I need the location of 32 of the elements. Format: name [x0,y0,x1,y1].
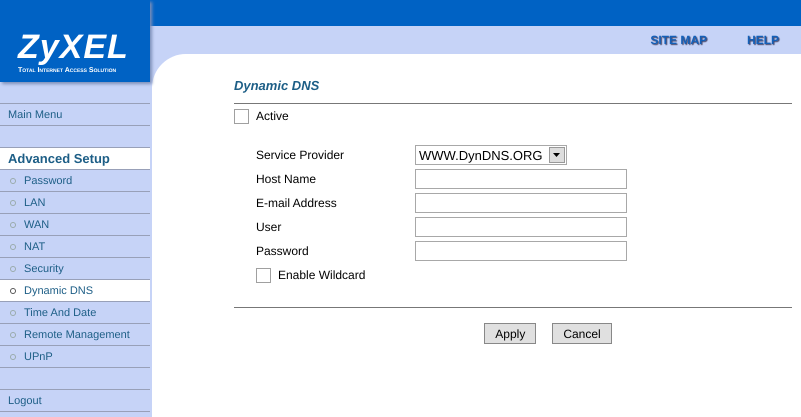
provider-dropdown[interactable]: WWW.DynDNS.ORG [415,145,567,165]
input-field[interactable] [415,217,627,237]
bullet-icon [10,178,16,184]
input-field[interactable] [415,241,627,261]
sidebar-item[interactable]: Dynamic DNS [0,280,150,302]
bullet-icon [10,222,16,228]
caret-icon [548,147,564,163]
field-label: Host Name [256,172,318,186]
field-label: Service Provider [256,148,346,162]
bullet-icon [10,244,16,250]
bullet-icon [10,266,16,272]
bullet-icon [10,288,16,294]
checkbox[interactable] [256,268,271,282]
field-label: E-mail Address [256,196,338,210]
header-link[interactable]: HELP [746,33,779,47]
form-button[interactable]: Apply [484,323,536,344]
logo-name: ZyXEL [18,30,130,64]
bullet-icon [10,332,16,338]
bullet-icon [10,354,16,360]
bullet-icon [10,310,16,316]
input-field[interactable] [415,169,627,189]
field-label: User [256,220,282,234]
field-label: Password [256,244,310,258]
form-button[interactable]: Cancel [552,323,612,344]
input-field[interactable] [415,193,627,213]
header-link[interactable]: SITE MAP [650,33,707,47]
checkbox-label: Active [256,109,289,123]
sidebar-heading: Advanced Setup [0,148,150,170]
checkbox[interactable] [234,108,249,124]
checkbox-label: Enable Wildcard [278,268,366,282]
page-title: Dynamic DNS [234,78,320,93]
bullet-icon [10,200,16,206]
